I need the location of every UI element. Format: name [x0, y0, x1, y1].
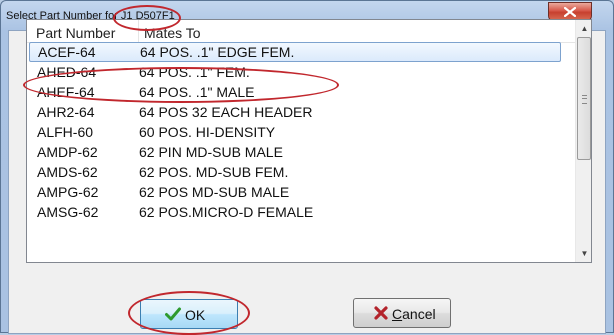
part-number-list[interactable]: Part Number Mates To ACEF-64 64 POS. .1"…	[26, 19, 592, 263]
list-header: Part Number Mates To	[27, 20, 576, 43]
part-number-cell: AMDP-62	[37, 144, 98, 160]
part-number-cell: ACEF-64	[38, 44, 96, 60]
column-header-part-number[interactable]: Part Number	[36, 25, 115, 41]
part-number-cell: AMSG-62	[37, 204, 99, 220]
part-number-cell: AMDS-62	[37, 164, 98, 180]
list-row[interactable]: AHR2-64 64 POS 32 EACH HEADER	[27, 102, 576, 122]
list-row[interactable]: AMSG-62 62 POS.MICRO-D FEMALE	[27, 202, 576, 222]
list-row[interactable]: AMDS-62 62 POS. MD-SUB FEM.	[27, 162, 576, 182]
scroll-up-arrow-icon[interactable]: ▲	[576, 20, 591, 37]
dialog-window: Select Part Number for J1 D507F1 Part Nu…	[0, 0, 614, 335]
annotation-oval-title	[113, 5, 181, 31]
list-row-selected[interactable]: ACEF-64 64 POS. .1" EDGE FEM.	[29, 42, 561, 62]
list-row[interactable]: AMPG-62 62 POS MD-SUB MALE	[27, 182, 576, 202]
part-number-cell: AMPG-62	[37, 184, 99, 200]
mates-to-cell: 62 PIN MD-SUB MALE	[139, 144, 283, 160]
list-row[interactable]: AMDP-62 62 PIN MD-SUB MALE	[27, 142, 576, 162]
part-number-cell: ALFH-60	[37, 124, 94, 140]
mates-to-cell: 64 POS 32 EACH HEADER	[139, 104, 313, 120]
annotation-oval-ok-button	[128, 291, 250, 335]
x-icon	[374, 306, 388, 320]
grip-icon	[582, 95, 587, 104]
list-row[interactable]: ALFH-60 60 POS. HI-DENSITY	[27, 122, 576, 142]
mates-to-cell: 64 POS. .1" EDGE FEM.	[140, 44, 295, 60]
scrollbar-thumb[interactable]	[577, 37, 591, 160]
mates-to-cell: 62 POS. MD-SUB FEM.	[139, 164, 289, 180]
cancel-button-label: Cancel	[392, 306, 436, 322]
scroll-down-arrow-icon[interactable]: ▼	[576, 245, 591, 262]
annotation-oval-selected-row	[23, 67, 339, 103]
part-number-cell: AHR2-64	[37, 104, 95, 120]
mates-to-cell: 62 POS.MICRO-D FEMALE	[139, 204, 314, 220]
close-icon	[564, 7, 576, 17]
vertical-scrollbar[interactable]: ▲ ▼	[575, 20, 591, 262]
mates-to-cell: 60 POS. HI-DENSITY	[139, 124, 276, 140]
cancel-button[interactable]: Cancel	[353, 298, 451, 328]
mates-to-cell: 62 POS MD-SUB MALE	[139, 184, 290, 200]
